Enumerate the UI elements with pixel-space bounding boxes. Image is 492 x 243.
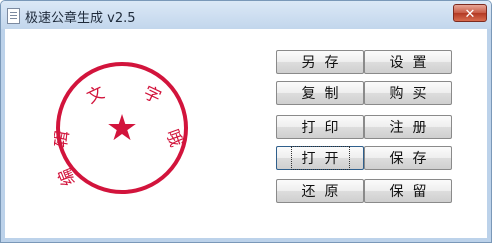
register-button[interactable]: 注册 [364, 115, 452, 139]
seal-preview: 编 辑 文 字 哦 ★ [54, 62, 188, 194]
seal-char-2: 辑 [54, 129, 73, 149]
document-icon [7, 8, 20, 24]
seal-star-icon: ★ [106, 108, 138, 149]
keep-button[interactable]: 保留 [364, 179, 452, 203]
open-label: 打开 [290, 146, 350, 170]
print-label: 打印 [301, 120, 348, 136]
buy-button[interactable]: 购买 [364, 81, 452, 105]
seal-char-4: 字 [140, 83, 164, 108]
buy-label: 购买 [389, 86, 436, 102]
seal-char-1: 编 [55, 165, 80, 188]
seal-char-3: 文 [84, 83, 108, 108]
restore-label: 还原 [301, 184, 348, 200]
settings-label: 设置 [389, 55, 436, 71]
save-button[interactable]: 保存 [364, 146, 452, 170]
save-label: 保存 [389, 151, 436, 167]
copy-label: 复制 [301, 86, 348, 102]
save-as-button[interactable]: 另存 [276, 50, 364, 74]
keep-label: 保留 [389, 184, 436, 200]
close-button[interactable]: ✕ [453, 4, 487, 22]
open-button[interactable]: 打开 [276, 146, 364, 170]
print-button[interactable]: 打印 [276, 115, 364, 139]
app-window: 极速公章生成 v2.5 ✕ 编 辑 文 字 哦 ★ 另存 设置 复制 购买 打印… [0, 0, 492, 243]
restore-button[interactable]: 还原 [276, 179, 364, 203]
register-label: 注册 [389, 120, 436, 136]
copy-button[interactable]: 复制 [276, 81, 364, 105]
title-bar: 极速公章生成 v2.5 ✕ [1, 1, 491, 29]
settings-button[interactable]: 设置 [364, 50, 452, 74]
window-title: 极速公章生成 v2.5 [25, 11, 136, 26]
save-as-label: 另存 [301, 55, 348, 71]
client-area: 编 辑 文 字 哦 ★ 另存 设置 复制 购买 打印 注册 打开 保存 还原 保… [5, 29, 487, 238]
